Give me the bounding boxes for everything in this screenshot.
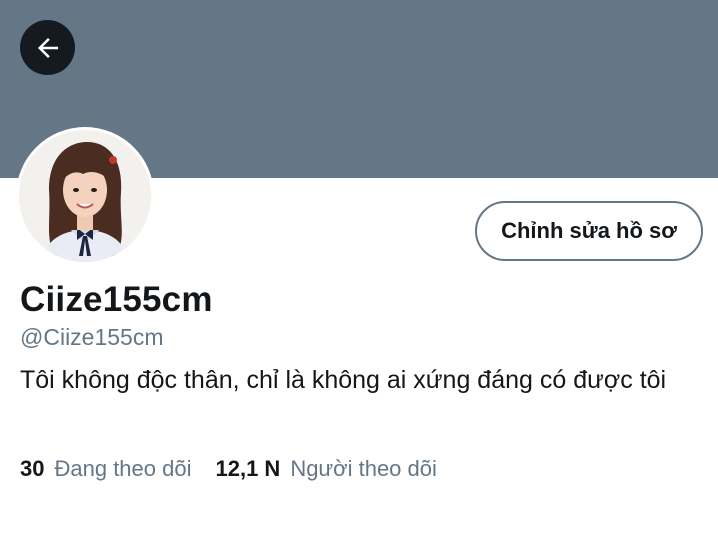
followers-count: 12,1 N	[215, 456, 281, 481]
profile-bio: Tôi không độc thân, chỉ là không ai xứng…	[20, 366, 667, 394]
avatar[interactable]	[16, 127, 154, 265]
avatar-image	[19, 130, 151, 262]
username-handle: @Ciize155cm	[20, 324, 164, 350]
arrow-left-icon	[37, 37, 58, 58]
display-name: Ciize155cm	[20, 280, 213, 319]
following-label: Đang theo dõi	[54, 456, 192, 481]
followers-stat[interactable]: 12,1 N Người theo dõi	[215, 456, 436, 482]
back-button[interactable]	[20, 20, 75, 75]
followers-label: Người theo dõi	[290, 456, 437, 481]
following-count: 30	[20, 456, 45, 481]
following-stat[interactable]: 30 Đang theo dõi	[20, 456, 191, 482]
follow-stats: 30 Đang theo dõi 12,1 N Người theo dõi	[20, 456, 461, 482]
edit-profile-button[interactable]: Chỉnh sửa hồ sơ	[475, 201, 703, 261]
